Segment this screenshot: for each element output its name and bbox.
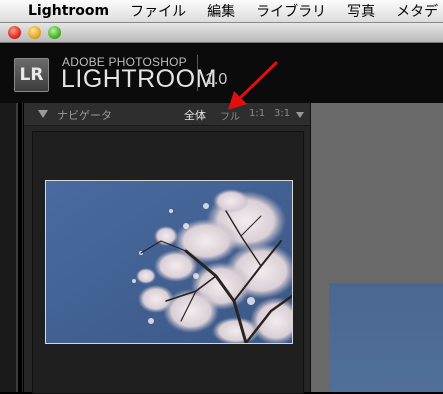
- main-photo-preview: [329, 283, 443, 392]
- window-titlebar: [0, 23, 443, 43]
- close-window-button[interactable]: [8, 26, 21, 39]
- red-arrow-icon: [228, 61, 278, 110]
- cherry-blossom-photo: [46, 181, 292, 343]
- zoom-window-button[interactable]: [48, 26, 61, 39]
- lightroom-logo: LR: [14, 58, 49, 92]
- left-panel: ナビゲータ 全体 フル 1:1 3:1: [24, 103, 310, 394]
- main-image-area[interactable]: [311, 103, 443, 392]
- navigator-preview[interactable]: [45, 180, 293, 344]
- menu-file[interactable]: ファイル: [130, 1, 186, 21]
- left-panel-handle[interactable]: [0, 103, 16, 392]
- menu-lightroom[interactable]: Lightroom: [28, 3, 109, 19]
- menu-photo[interactable]: 写真: [347, 1, 375, 21]
- brand-divider: [197, 55, 198, 91]
- triangle-down-icon[interactable]: [38, 110, 48, 118]
- menu-bar: Lightroom ファイル 編集 ライブラリ 写真 メタデ: [0, 0, 443, 23]
- navigator-body: [32, 131, 304, 394]
- zoom-option-full[interactable]: 全体: [184, 107, 206, 123]
- left-edge-divider: [16, 103, 18, 392]
- chevron-down-icon[interactable]: [296, 112, 304, 118]
- brand-title: LIGHTROOM: [61, 65, 217, 93]
- menu-edit[interactable]: 編集: [207, 1, 235, 21]
- menu-metadata[interactable]: メタデ: [396, 1, 438, 21]
- navigator-title: ナビゲータ: [57, 109, 112, 122]
- minimize-window-button[interactable]: [28, 26, 41, 39]
- menu-library[interactable]: ライブラリ: [256, 1, 326, 21]
- left-edge-divider-inner: [22, 103, 23, 392]
